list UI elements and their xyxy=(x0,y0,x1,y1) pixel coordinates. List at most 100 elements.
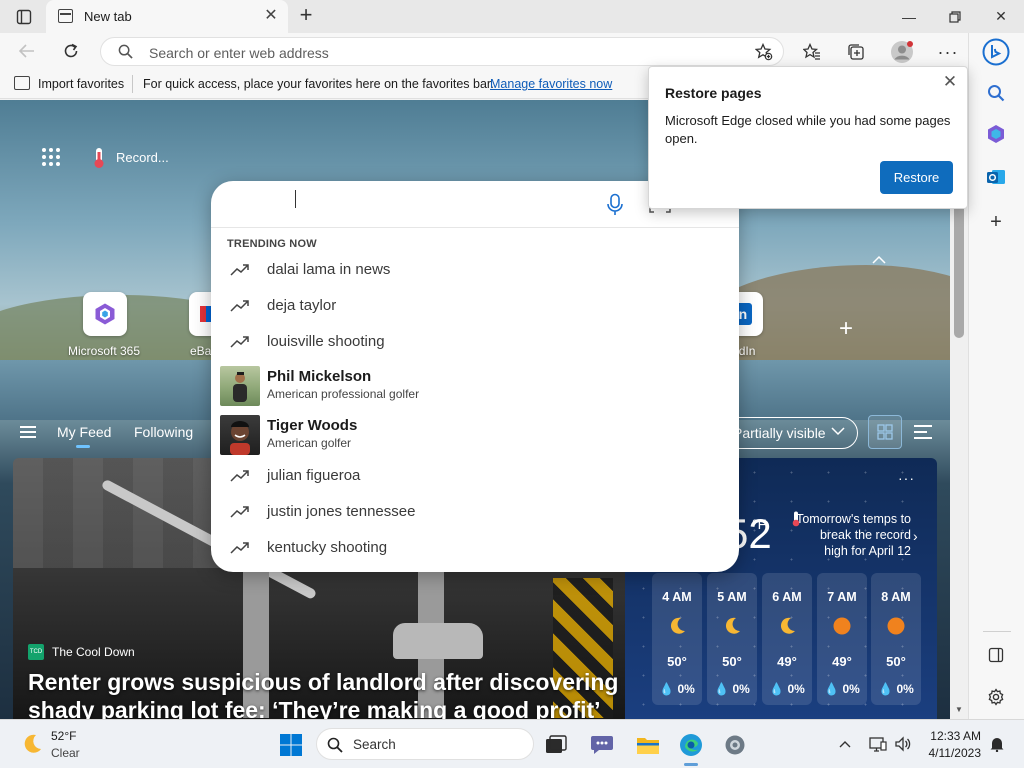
entity-photo xyxy=(220,366,260,406)
sun-icon xyxy=(887,617,905,635)
back-button[interactable] xyxy=(14,39,40,63)
grid-view-button[interactable] xyxy=(868,415,902,449)
suggestion-item[interactable]: justin jones tennessee xyxy=(211,495,739,531)
chevron-right-icon[interactable]: › xyxy=(913,528,918,544)
more-menu-icon[interactable]: ··· xyxy=(933,39,963,65)
volume-icon[interactable] xyxy=(892,734,914,754)
forecast-precip: 💧 0% xyxy=(824,682,860,696)
tab-following[interactable]: Following xyxy=(134,424,193,440)
forecast-precip-value: 0% xyxy=(732,682,750,696)
notification-icon[interactable] xyxy=(986,734,1008,754)
trending-icon xyxy=(230,336,249,348)
trending-heading: TRENDING NOW xyxy=(227,238,317,250)
suggestion-item[interactable]: julian figueroa xyxy=(211,459,739,495)
sidebar-add-icon[interactable]: + xyxy=(981,207,1011,237)
forecast-precip-value: 0% xyxy=(896,682,914,696)
weather-chip[interactable]: Record... xyxy=(116,150,169,165)
new-tab-button[interactable]: + xyxy=(294,4,318,28)
import-favorites-icon xyxy=(14,76,30,90)
collapse-chevron-icon[interactable] xyxy=(872,252,888,268)
favorites-icon[interactable] xyxy=(797,39,827,65)
quick-link-microsoft-365[interactable] xyxy=(83,292,127,336)
add-quick-link-button[interactable]: + xyxy=(834,317,858,341)
more-options-icon[interactable]: ··· xyxy=(898,470,915,486)
list-view-icon[interactable] xyxy=(914,425,932,439)
favorites-divider xyxy=(132,75,133,93)
chat-icon[interactable] xyxy=(589,732,615,758)
restore-pages-popup: Restore pages ✕ Microsoft Edge closed wh… xyxy=(648,66,968,209)
search-icon xyxy=(118,44,133,59)
manage-favorites-link[interactable]: Manage favorites now xyxy=(490,77,612,91)
moon-icon xyxy=(725,617,740,634)
task-view-icon[interactable] xyxy=(543,732,569,758)
weather-alert[interactable]: Tomorrow's temps to break the record hig… xyxy=(795,511,911,559)
suggestion-entity[interactable]: Phil Mickelson American professional gol… xyxy=(211,363,739,407)
forecast-temp: 49° xyxy=(777,654,797,669)
entity-description: American golfer xyxy=(267,436,352,450)
sidebar-hide-icon[interactable] xyxy=(981,640,1011,670)
close-icon[interactable]: ✕ xyxy=(941,73,959,91)
network-icon[interactable] xyxy=(867,734,889,754)
scroll-down-arrow-icon[interactable]: ▼ xyxy=(950,703,968,717)
news-source[interactable]: The Cool Down xyxy=(52,645,135,659)
search-icon xyxy=(327,737,343,753)
file-explorer-icon[interactable] xyxy=(635,732,661,758)
profile-avatar[interactable] xyxy=(887,39,917,65)
settings-gear-icon[interactable] xyxy=(722,732,748,758)
bing-chat-icon[interactable] xyxy=(981,37,1011,67)
address-placeholder: Search or enter web address xyxy=(149,45,329,61)
suggestion-item[interactable]: louisville shooting xyxy=(211,325,739,361)
start-button[interactable] xyxy=(278,732,304,758)
suggestion-entity[interactable]: Tiger Woods American golfer xyxy=(211,412,739,456)
moon-icon[interactable] xyxy=(20,732,44,756)
sidebar-outlook-icon[interactable] xyxy=(981,162,1011,192)
taskbar-time[interactable]: 12:33 AM xyxy=(915,729,981,743)
trending-icon xyxy=(230,264,249,276)
refresh-button[interactable] xyxy=(58,39,84,63)
sun-icon xyxy=(833,617,851,635)
suggestion-item[interactable]: kentucky shooting xyxy=(211,531,739,567)
tab-new-tab[interactable]: New tab ✕ xyxy=(46,0,288,33)
tab-actions-icon[interactable] xyxy=(14,7,34,27)
forecast-precip-value: 0% xyxy=(842,682,860,696)
close-window-button[interactable]: ✕ xyxy=(978,0,1024,33)
menu-icon[interactable] xyxy=(20,426,36,438)
microphone-icon[interactable] xyxy=(606,193,624,217)
search-text-cursor[interactable] xyxy=(295,190,303,208)
taskbar: 52°F Clear Search 12:33 AM 4/11/2023 xyxy=(0,719,1024,768)
hourly-forecast-item: 8 AM 50° 💧 0% xyxy=(871,573,921,705)
suggestion-text: justin jones tennessee xyxy=(267,503,416,520)
restore-button[interactable]: Restore xyxy=(880,161,953,194)
edge-taskbar-icon[interactable] xyxy=(678,732,704,758)
forecast-precip: 💧 0% xyxy=(769,682,805,696)
taskbar-weather-temp[interactable]: 52°F xyxy=(51,729,76,743)
tab-my-feed[interactable]: My Feed xyxy=(57,424,111,440)
news-headline[interactable]: Renter grows suspicious of landlord afte… xyxy=(28,668,625,719)
taskbar-weather-condition[interactable]: Clear xyxy=(51,746,80,760)
restore-window-button[interactable] xyxy=(932,0,978,33)
thermometer-icon xyxy=(94,148,104,168)
restore-popup-message: Microsoft Edge closed while you had some… xyxy=(665,113,951,146)
sidebar-search-icon[interactable] xyxy=(981,78,1011,108)
sidebar-settings-icon[interactable] xyxy=(981,682,1011,712)
active-app-indicator xyxy=(684,763,698,766)
taskbar-search-box[interactable]: Search xyxy=(316,728,534,760)
collections-icon[interactable] xyxy=(841,39,871,65)
favorites-bar-message: For quick access, place your favorites h… xyxy=(143,77,494,91)
address-bar[interactable]: Search or enter web address xyxy=(100,37,784,66)
suggestion-item[interactable]: deja taylor xyxy=(211,289,739,325)
close-tab-icon[interactable]: ✕ xyxy=(262,7,280,25)
minimize-button[interactable]: — xyxy=(886,0,932,33)
windows-icon xyxy=(280,734,302,756)
add-favorite-icon[interactable] xyxy=(754,42,773,61)
suggestion-item[interactable]: dalai lama in news xyxy=(211,253,739,289)
sidebar-microsoft-365-icon[interactable] xyxy=(981,119,1011,149)
forecast-hour: 7 AM xyxy=(827,590,857,604)
search-input-divider xyxy=(211,227,739,228)
import-favorites-button[interactable]: Import favorites xyxy=(38,77,124,91)
taskbar-date[interactable]: 4/11/2023 xyxy=(915,746,982,760)
chevron-up-icon[interactable] xyxy=(834,734,856,754)
app-launcher-icon[interactable] xyxy=(42,148,62,168)
hourly-forecast-item: 4 AM 50° 💧 0% xyxy=(652,573,702,705)
suggestion-text: louisville shooting xyxy=(267,333,385,350)
